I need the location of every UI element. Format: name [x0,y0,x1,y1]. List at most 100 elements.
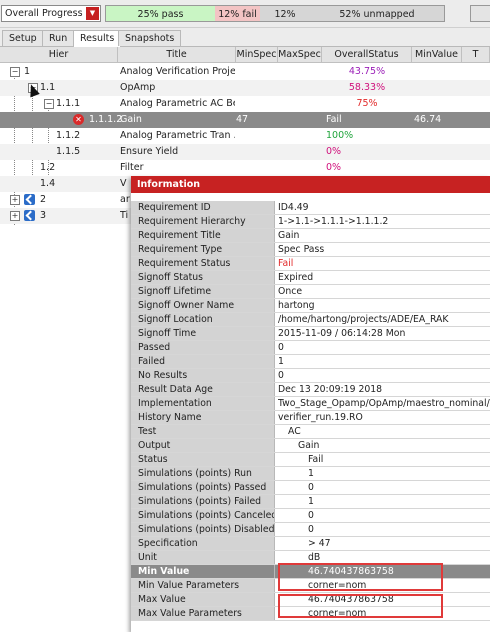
status-cell: 75% [356,98,378,109]
col-overallstatus[interactable]: OverallStatus [322,47,412,62]
col-maxspec[interactable]: MaxSpec [278,47,322,62]
info-row-requirement-status: Requirement Status Fail [131,257,490,271]
dialog-title[interactable]: Information [131,176,490,193]
info-value: 2015-11-09 / 06:14:28 Mon [278,328,406,339]
info-row-signoff-lifetime: Signoff Lifetime Once [131,285,490,299]
info-value: Once [278,286,303,297]
tab-setup[interactable]: Setup [2,30,44,46]
table-row[interactable]: − 1.1.1 Analog Parametric AC Be... 75% [0,96,490,112]
info-value: 0 [308,482,314,493]
progress-selector[interactable]: Overall Progress ▼ [1,5,101,22]
info-label: Specification [131,537,275,550]
info-label: Requirement Type [131,243,275,256]
info-label: Signoff Location [131,313,275,326]
info-label: Simulations (points) Passed [131,481,275,494]
info-value: 0 [278,342,284,353]
info-row-sims-failed: Simulations (points) Failed 1 [131,495,490,509]
collapse-icon[interactable]: − [10,67,20,77]
info-value: 0 [278,370,284,381]
status-cell: 43.75% [348,66,386,77]
table-row-selected[interactable]: ✕ 1.1.1.2 Gain 47 Fail 46.74 [0,112,490,128]
requirement-folder-icon [24,210,35,221]
progress-fail-segment: 12% fail [215,5,260,22]
info-label: Passed [131,341,275,354]
info-row-specification: Specification > 47 [131,537,490,551]
title-cell: Analog Verification Proje... [120,66,235,77]
info-value: ID4.49 [278,202,309,213]
fail-icon: ✕ [73,114,84,125]
col-hier[interactable]: Hier [0,47,118,62]
info-value: Fail [308,454,324,465]
table-row[interactable]: 1.1.2 Analog Parametric Tran ... 100% [0,128,490,144]
hier-cell: 1.1.1.2 [89,114,123,125]
info-row-sims-run: Simulations (points) Run 1 [131,467,490,481]
info-value: 1 [308,468,314,479]
info-value: Expired [278,272,314,283]
info-row-implementation: Implementation Two_Stage_Opamp/OpAmp/maes… [131,397,490,411]
col-minspec[interactable]: MinSpec [236,47,278,62]
info-value: Gain [298,440,320,451]
info-row-signoff-time: Signoff Time 2015-11-09 / 06:14:28 Mon [131,327,490,341]
info-row-history-name: History Name verifier_run.19.RO [131,411,490,425]
expand-icon[interactable]: + [10,195,20,205]
info-label: History Name [131,411,275,424]
status-cell: 58.33% [348,82,386,93]
info-value: hartong [278,300,315,311]
col-t[interactable]: T [462,47,490,62]
progress-selector-label: Overall Progress [5,8,83,19]
info-value: 0 [308,510,314,521]
info-row-sims-disabled: Simulations (points) Disabled 0 [131,523,490,537]
hier-cell: 1.2 [40,162,56,173]
info-label: Simulations (points) Failed [131,495,275,508]
table-row[interactable]: − 1 Analog Verification Proje... 43.75% [0,64,490,80]
info-value: AC [288,426,301,437]
info-value: Gain [278,230,300,241]
info-label: Min Value Parameters [131,579,275,592]
title-cell: OpAmp [120,82,156,93]
info-label: Simulations (points) Canceled [131,509,275,522]
table-row[interactable]: − 1.1 OpAmp 58.33% [0,80,490,96]
hier-cell: 2 [40,194,47,205]
info-value: Fail [278,258,294,269]
info-value: 0 [308,524,314,535]
tab-snapshots[interactable]: Snapshots [118,30,182,46]
minvalue-cell: 46.74 [414,114,442,125]
info-value: /home/hartong/projects/ADE/EA_RAK [278,314,449,325]
info-label: Signoff Status [131,271,275,284]
info-label: Simulations (points) Run [131,467,275,480]
table-row[interactable]: 1.2 Filter 0% [0,160,490,176]
info-row-sims-passed: Simulations (points) Passed 0 [131,481,490,495]
info-row-test: Test AC [131,425,490,439]
col-title[interactable]: Title [118,47,236,62]
status-cell: Fail [326,114,342,125]
status-cell: 0% [326,162,342,173]
info-label: Requirement ID [131,201,275,214]
info-row-requirement-hierarchy: Requirement Hierarchy 1->1.1->1.1.1->1.1.… [131,215,490,229]
info-row-sims-canceled: Simulations (points) Canceled 0 [131,509,490,523]
title-cell: Analog Parametric AC Be... [120,98,235,109]
info-label: Signoff Time [131,327,275,340]
info-value: verifier_run.19.RO [278,412,363,423]
collapse-icon[interactable]: − [44,99,54,109]
info-label: Implementation [131,397,275,410]
info-row-requirement-id: Requirement ID ID4.49 [131,201,490,215]
progress-percent-segment: 12% [260,5,310,22]
expand-icon[interactable]: + [10,211,20,221]
info-row-max-value: Max Value 46.740437863758 [131,593,490,607]
table-row[interactable]: 1.1.5 Ensure Yield 0% [0,144,490,160]
chevron-down-icon[interactable]: ▼ [86,7,99,20]
tab-results[interactable]: Results [73,30,122,47]
info-value: dB [308,552,321,563]
info-row-min-value-params: Min Value Parameters corner=nom [131,579,490,593]
title-cell: Analog Parametric Tran ... [120,130,235,141]
col-minvalue[interactable]: MinValue [412,47,462,62]
title-cell: Gain [120,114,142,125]
info-label: No Results [131,369,275,382]
minspec-cell: 47 [236,114,249,125]
hier-cell: 1.1.1 [56,98,81,109]
requirement-folder-icon [24,194,35,205]
info-label: Result Data Age [131,383,275,396]
status-cell: 0% [326,146,342,157]
info-label: Status [131,453,275,466]
tab-run[interactable]: Run [42,30,75,46]
